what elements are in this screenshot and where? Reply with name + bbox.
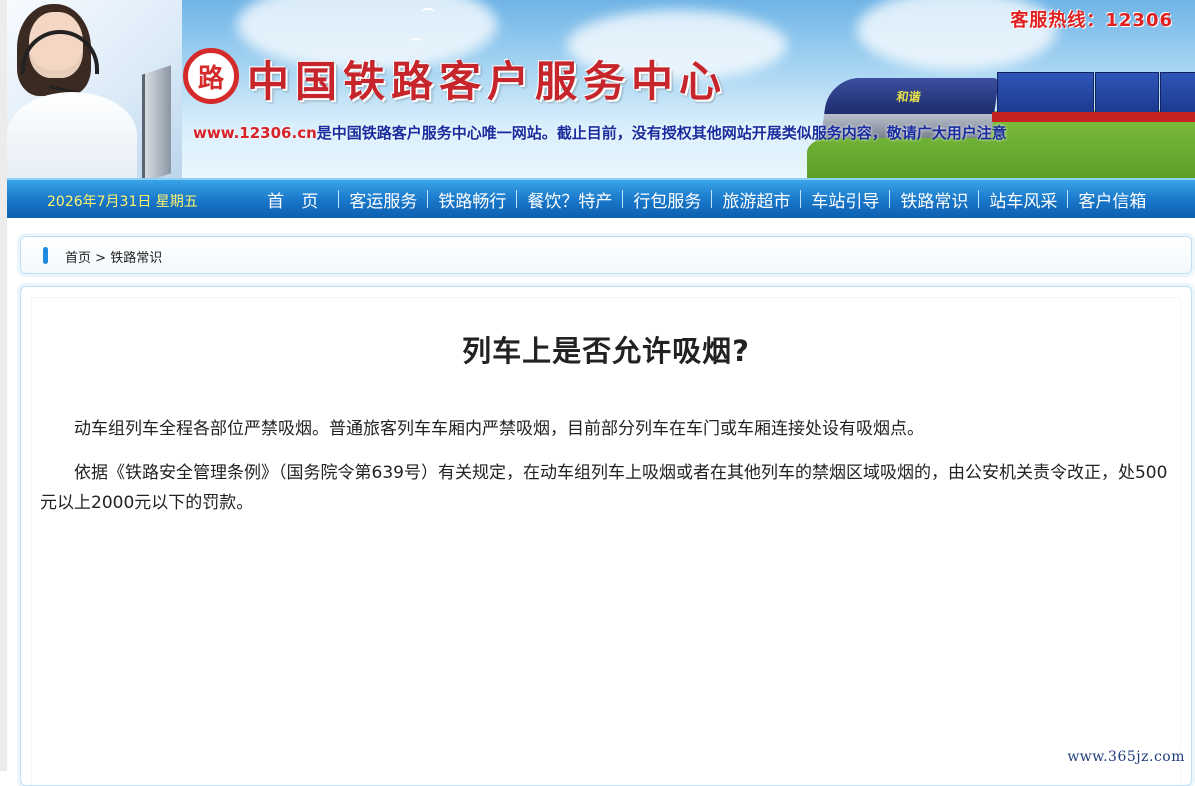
- nav-item-railway-knowledge[interactable]: 铁路常识: [890, 187, 978, 212]
- nav-item-luggage-service[interactable]: 行包服务: [623, 187, 711, 212]
- nav-item-passenger-service[interactable]: 客运服务: [339, 187, 427, 212]
- nav-date: 2026年7月31日 星期五: [47, 194, 198, 210]
- article-title: 列车上是否允许吸烟?: [462, 334, 750, 368]
- nav-item-railway-travel[interactable]: 铁路畅行: [428, 187, 516, 212]
- article-paragraph: 依据《铁路安全管理条例》（国务院令第639号）有关规定，在动车组列车上吸烟或者在…: [40, 463, 1168, 513]
- article-body: 动车组列车全程各部位严禁吸烟。普通旅客列车车厢内严禁吸烟，目前部分列车在车门或车…: [40, 414, 1172, 532]
- logo-glyph: 路: [197, 63, 224, 94]
- left-edge-strip: [0, 0, 7, 771]
- site-title: 中国铁路客户服务中心: [247, 57, 728, 106]
- breadcrumb: 首页 > 铁路常识: [20, 236, 1192, 274]
- article-paragraph: 动车组列车全程各部位严禁吸烟。普通旅客列车车厢内严禁吸烟，目前部分列车在车门或车…: [74, 419, 924, 439]
- notice-text: 是中国铁路客户服务中心唯一网站。截止目前，没有授权其他网站开展类似服务内容，敬请…: [316, 124, 1007, 142]
- monitor-icon: [142, 65, 171, 178]
- nav-item-home[interactable]: 首 页: [253, 187, 338, 212]
- breadcrumb-current-link[interactable]: 铁路常识: [110, 251, 162, 266]
- article-inner: 列车上是否允许吸烟? 动车组列车全程各部位严禁吸烟。普通旅客列车车厢内严禁吸烟，…: [31, 297, 1181, 785]
- hotline: 客服热线：12306: [1010, 10, 1173, 31]
- main-nav: 2026年7月31日 星期五 首 页 客运服务 铁路畅行 餐饮？特产 行包服务 …: [7, 178, 1195, 218]
- nav-item-station-guide[interactable]: 车站引导: [801, 187, 889, 212]
- notice-url[interactable]: www.12306.cn: [193, 124, 317, 142]
- locomotive-mark: 和谐: [895, 90, 922, 104]
- article-container: 列车上是否允许吸烟? 动车组列车全程各部位严禁吸烟。普通旅客列车车厢内严禁吸烟，…: [20, 286, 1192, 786]
- nav-item-station-style[interactable]: 站车风采: [979, 187, 1067, 212]
- breadcrumb-text: 首页 > 铁路常识: [65, 247, 162, 266]
- breadcrumb-separator: >: [91, 251, 111, 266]
- nav-item-travel-market[interactable]: 旅游超市: [712, 187, 800, 212]
- railway-logo-icon[interactable]: 路: [183, 48, 239, 104]
- watermark: www.365jz.com: [1065, 749, 1187, 765]
- header-banner: 和谐 路 中国铁路客户服务中心 www.12306.cn是中国铁路客户服务中心唯…: [7, 0, 1195, 178]
- nav-items: 首 页 客运服务 铁路畅行 餐饮？特产 行包服务 旅游超市 车站引导 铁路常识 …: [253, 180, 1156, 218]
- breadcrumb-marker-icon: [43, 247, 48, 264]
- nav-item-catering-specialties[interactable]: 餐饮？特产: [517, 187, 622, 212]
- nav-item-customer-mailbox[interactable]: 客户信箱: [1068, 187, 1156, 212]
- site-notice: www.12306.cn是中国铁路客户服务中心唯一网站。截止目前，没有授权其他网…: [193, 122, 1007, 143]
- container-car: [1095, 72, 1159, 114]
- flatcar: [992, 112, 1195, 122]
- bird-icon: [421, 8, 435, 16]
- bird-icon: [409, 38, 423, 46]
- container-car: [997, 72, 1094, 114]
- breadcrumb-home-link[interactable]: 首页: [65, 251, 91, 266]
- customer-service-agent-image: [7, 0, 182, 178]
- agent-body: [7, 92, 137, 178]
- container-car: [1160, 72, 1195, 114]
